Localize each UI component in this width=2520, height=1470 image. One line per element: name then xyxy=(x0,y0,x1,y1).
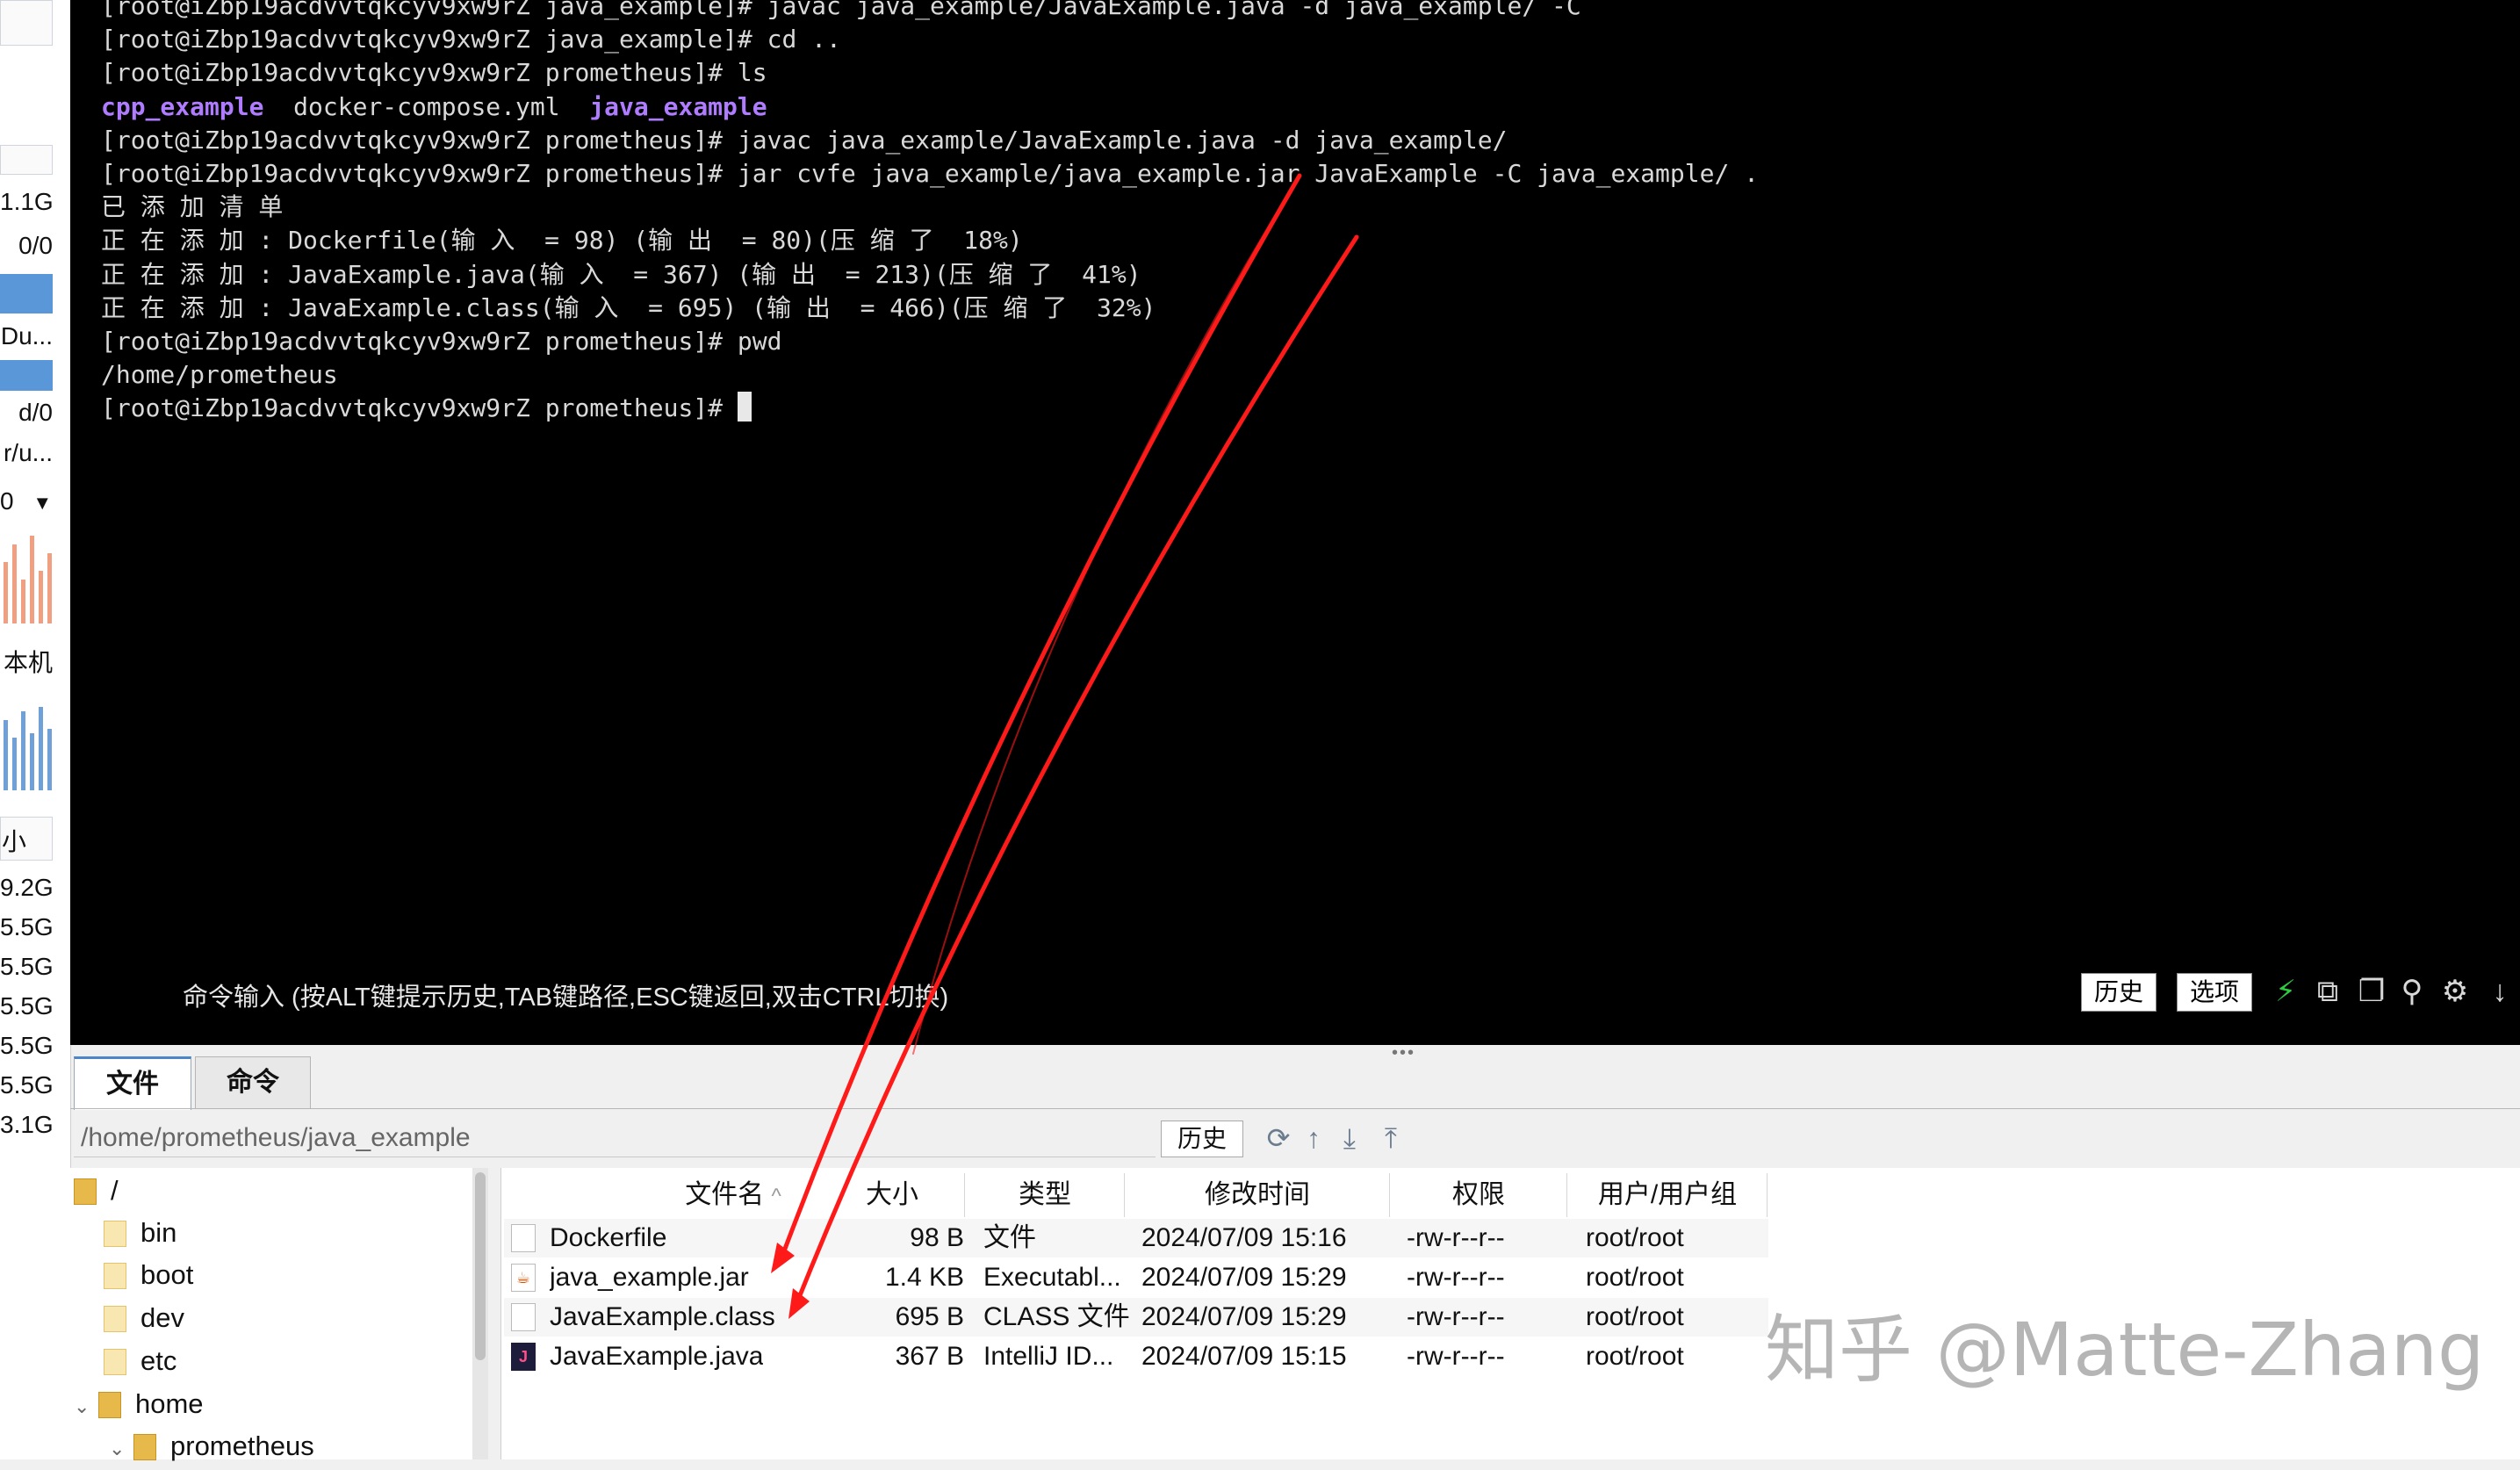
annotation-arrow xyxy=(792,234,1359,1311)
annotation-arrow xyxy=(912,175,1300,1055)
watermark: 知乎 @Matte-Zhang xyxy=(1765,1307,2485,1393)
annotation-arrow xyxy=(777,173,1302,1265)
annotation-arrowhead xyxy=(771,1243,795,1273)
annotation-arrows xyxy=(771,173,1359,1319)
